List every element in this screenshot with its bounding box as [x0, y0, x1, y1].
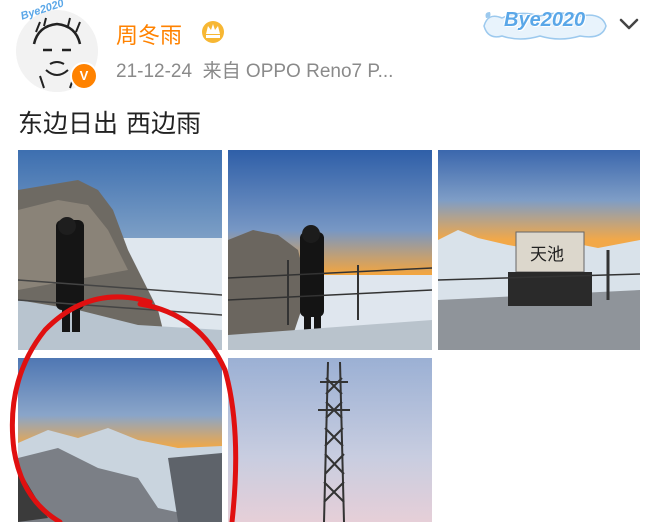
- photo-5[interactable]: [228, 358, 432, 522]
- card-decoration-label: Bye2020: [504, 9, 586, 31]
- post-date: 21-12-24: [116, 61, 193, 82]
- username[interactable]: 周冬雨: [116, 18, 182, 50]
- photo-1[interactable]: [18, 150, 222, 350]
- photo-3[interactable]: 天池: [438, 150, 640, 350]
- photo-2[interactable]: [228, 150, 432, 350]
- post-text: 东边日出 西边雨: [18, 109, 201, 138]
- post-source-prefix: 来自: [202, 61, 241, 82]
- stone-marker-text: 天池: [530, 245, 564, 265]
- crown-icon: [202, 21, 224, 43]
- post-device[interactable]: OPPO Reno7 P...: [246, 61, 394, 82]
- post-meta: 21-12-24 来自 OPPO Reno7 P...: [116, 56, 393, 83]
- chevron-down-icon[interactable]: [618, 16, 640, 32]
- photo-4[interactable]: [18, 358, 222, 522]
- verified-badge-icon: V: [70, 62, 98, 90]
